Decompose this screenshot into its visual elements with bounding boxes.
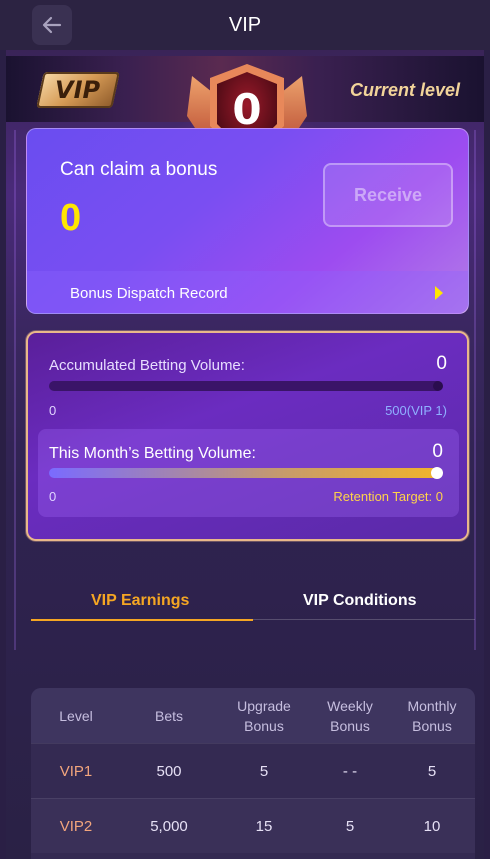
column-header-upgrade-bonus: Upgrade Bonus — [237, 697, 291, 734]
bonus-title: Can claim a bonus — [60, 159, 218, 180]
monthly-betting-value: 0 — [432, 441, 443, 462]
cell-monthly-bonus: 5 — [427, 763, 437, 780]
accumulated-betting-value: 0 — [436, 353, 447, 374]
tab-vip-conditions[interactable]: VIP Conditions — [303, 592, 416, 610]
table-header: Level Bets Upgrade Bonus Weekly Bonus Mo… — [31, 688, 475, 743]
vip-logo-text: VIP — [55, 76, 101, 104]
top-bar: VIP — [0, 0, 490, 50]
page-title: VIP — [228, 13, 262, 36]
betting-volume-card: Accumulated Betting Volume: 0 0 500(VIP … — [26, 331, 469, 541]
cell-bets: 500 — [156, 763, 182, 780]
dispatch-label: Bonus Dispatch Record — [70, 284, 228, 302]
tab-divider — [253, 619, 475, 620]
tab-active-indicator — [31, 619, 253, 621]
bonus-amount: 0 — [60, 197, 82, 239]
column-header-monthly-bonus: Monthly Bonus — [407, 697, 457, 734]
monthly-betting-box: This Month’s Betting Volume: 0 0 Retenti… — [38, 429, 459, 517]
table-row: VIP2 5,000 15 5 10 — [31, 798, 475, 853]
tab-vip-earnings[interactable]: VIP Earnings — [91, 592, 189, 610]
monthly-progress-knob — [431, 467, 443, 479]
column-header-bets: Bets — [154, 707, 183, 724]
cell-upgrade-bonus: 15 — [255, 818, 273, 835]
column-header-level: Level — [59, 707, 93, 724]
cell-level: VIP2 — [59, 818, 93, 835]
receive-button[interactable]: Receive — [323, 163, 453, 227]
vip-earnings-table: Level Bets Upgrade Bonus Weekly Bonus Mo… — [31, 688, 475, 859]
accumulated-min: 0 — [49, 403, 57, 418]
accumulated-target: 500(VIP 1) — [385, 403, 447, 418]
cell-upgrade-bonus: 5 — [259, 763, 269, 780]
monthly-min: 0 — [49, 489, 57, 504]
bonus-card: Can claim a bonus 0 Receive Bonus Dispat… — [26, 128, 469, 314]
cell-weekly-bonus: 5 — [345, 818, 355, 835]
monthly-progress-bar — [49, 467, 443, 479]
back-button[interactable] — [32, 5, 72, 45]
cell-level: VIP1 — [59, 763, 93, 780]
retention-target: Retention Target: 0 — [333, 489, 443, 504]
chevron-right-icon — [435, 286, 443, 300]
table-row: VIP1 500 5 - - 5 — [31, 743, 475, 798]
cell-weekly-bonus: - - — [342, 763, 358, 780]
vip-logo: VIP — [36, 72, 120, 108]
vip-tabs: VIP Earnings VIP Conditions — [0, 592, 490, 626]
column-header-weekly-bonus: Weekly Bonus — [327, 697, 373, 734]
badge-level-text: 0 — [232, 85, 261, 134]
current-level-label: Current level — [350, 80, 461, 100]
monthly-betting-label: This Month’s Betting Volume: — [49, 445, 256, 462]
cell-monthly-bonus: 10 — [423, 818, 441, 835]
back-arrow-icon — [42, 16, 62, 34]
bonus-dispatch-record-link[interactable]: Bonus Dispatch Record — [27, 271, 468, 313]
accumulated-progress-knob — [433, 381, 443, 391]
cell-bets: 5,000 — [150, 818, 188, 835]
accumulated-progress-bar — [49, 381, 443, 391]
accumulated-betting-label: Accumulated Betting Volume: — [49, 357, 245, 374]
